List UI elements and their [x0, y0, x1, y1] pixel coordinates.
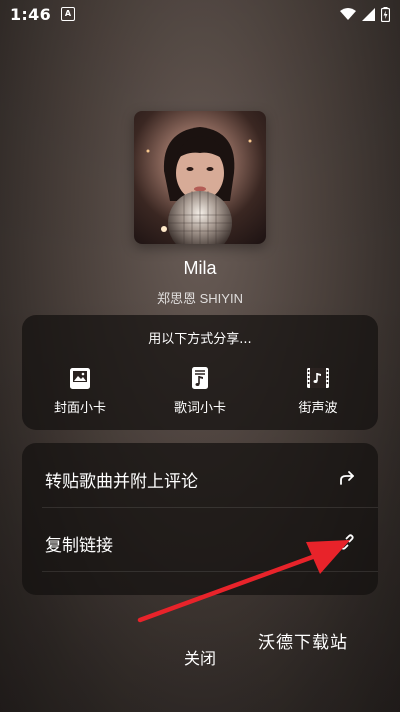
cover-card-label: 封面小卡 — [53, 401, 106, 416]
link-icon — [340, 534, 354, 550]
action-panel: 转贴歌曲并附上评论 复制链接 — [22, 443, 378, 595]
lyrics-card-icon — [192, 367, 208, 389]
lyrics-card-label: 歌词小卡 — [173, 401, 226, 416]
cover-card-icon — [70, 368, 90, 389]
forward-arrow-icon — [340, 471, 354, 485]
watermark-text: 沃德下载站 — [258, 633, 348, 653]
share-cover-card-button[interactable]: 封面小卡 — [40, 365, 120, 416]
wifi-icon — [340, 7, 356, 20]
share-lyrics-card-button[interactable]: 歌词小卡 — [160, 365, 240, 416]
repost-label: 转贴歌曲并附上评论 — [45, 472, 198, 492]
status-bar: 1:46 A — [0, 0, 400, 28]
song-title: Mila — [183, 258, 217, 278]
street-voice-icon — [307, 368, 329, 388]
repost-with-comment-button[interactable]: 转贴歌曲并附上评论 — [22, 445, 378, 509]
share-street-voice-button[interactable]: 街声波 — [278, 365, 358, 416]
album-cover — [134, 111, 266, 244]
copy-link-button[interactable]: 复制链接 — [22, 509, 378, 573]
battery-charging-icon — [381, 6, 390, 22]
copy-link-label: 复制链接 — [45, 536, 113, 556]
street-voice-label: 街声波 — [298, 401, 338, 416]
close-button[interactable]: 关闭 — [160, 645, 240, 669]
share-panel: 用以下方式分享... 封面小卡 歌词小卡 街声波 — [22, 315, 378, 430]
signal-icon — [362, 7, 375, 21]
status-icons — [340, 6, 390, 22]
action-divider-bottom — [42, 571, 378, 572]
share-heading: 用以下方式分享... — [148, 332, 252, 347]
song-artist: 郑思恩 SHIYIN — [157, 291, 243, 306]
action-divider — [42, 507, 378, 508]
notification-icon: A — [61, 7, 75, 21]
status-time: 1:46 — [10, 4, 51, 24]
